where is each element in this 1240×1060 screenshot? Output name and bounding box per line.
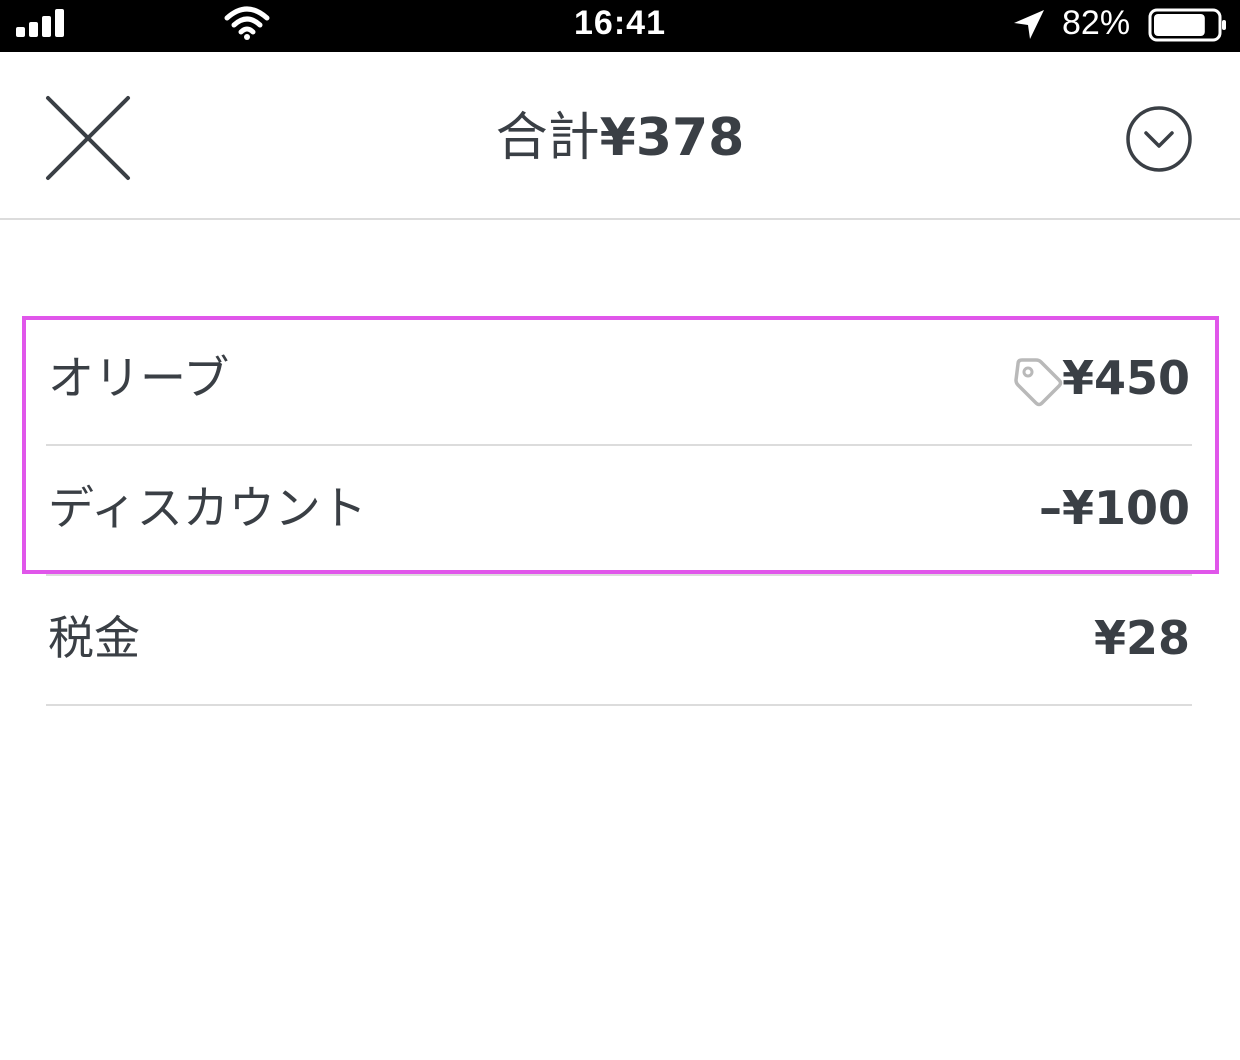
line-item-tax: 税金 ¥28 [46,576,1192,706]
item-price: ¥450 [1061,351,1190,405]
item-label: オリーブ [48,351,230,405]
discount-amount: –¥100 [1038,481,1190,535]
status-time: 16:41 [574,4,666,42]
tax-amount: ¥28 [1093,611,1190,665]
tax-label: 税金 [48,611,140,665]
battery-icon [1148,8,1226,42]
chevron-down-circle-icon[interactable] [1124,104,1194,174]
total-amount: ¥378 [599,108,745,168]
header: 合計¥378 [0,52,1240,220]
tag-icon[interactable] [1012,356,1064,408]
page-title: 合計¥378 [0,106,1240,170]
discount-label: ディスカウント [48,481,367,535]
line-item-olive[interactable]: オリーブ ¥450 [46,316,1192,446]
line-items: オリーブ ¥450 ディスカウント –¥100 税金 ¥28 [46,316,1192,706]
battery-percentage: 82% [1062,4,1131,42]
status-bar: 16:41 82% [0,0,1240,52]
line-item-discount[interactable]: ディスカウント –¥100 [46,446,1192,576]
total-label: 合計 [495,108,600,168]
location-arrow-icon [1014,10,1044,39]
